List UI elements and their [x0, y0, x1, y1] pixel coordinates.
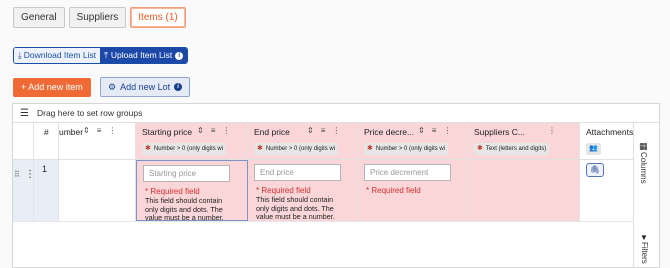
starting-price-cell[interactable]: Starting price * Required field This fie… [136, 160, 248, 222]
column-title: Price decre... [364, 127, 415, 137]
validation-icon: ✱ [145, 145, 151, 152]
column-menu-icon[interactable]: ⋮ [548, 126, 556, 135]
filter-icon[interactable]: ≡ [211, 126, 216, 135]
row-groups-icon: ☰ [20, 107, 29, 119]
add-new-lot-button[interactable]: ⚙ Add new Lot i [100, 77, 191, 97]
table-row: ⠿ ⋮ 1 Starting price * Required field Th… [13, 160, 635, 222]
download-item-list-button[interactable]: ⤓ Download Item List [14, 48, 101, 63]
tab-items[interactable]: Items (1) [130, 7, 186, 28]
download-icon: ⤓ [18, 50, 22, 60]
items-grid: ☰ Drag here to set row groups # umber ⇕ … [12, 103, 660, 268]
upload-label: Upload Item List [110, 50, 173, 60]
upload-icon: ⤒ [104, 50, 108, 60]
row-number: 1 [42, 164, 48, 174]
columns-icon: ▦ [639, 141, 648, 151]
filters-panel-toggle[interactable]: ▼ Filters [640, 233, 649, 266]
end-price-input[interactable]: End price [254, 164, 341, 181]
sort-icon[interactable]: ⇕ [83, 126, 90, 135]
validation-icon: ✱ [477, 145, 483, 152]
filters-label: Filters [640, 242, 649, 264]
number-cell[interactable] [59, 160, 136, 221]
paperclip-icon: 🖇 [589, 165, 601, 174]
sort-icon[interactable]: ⇕ [418, 126, 425, 135]
users-icon: 👥 [589, 145, 598, 152]
tab-suppliers[interactable]: Suppliers [68, 7, 127, 28]
info-icon[interactable]: i [174, 83, 183, 91]
row-handle-cell[interactable]: ⠿ ⋮ [13, 160, 35, 221]
add-new-item-button[interactable]: + Add new item [13, 78, 91, 97]
column-header-end-price[interactable]: End price ⇕ ≡ ⋮ ✱ Number > 0 (only digits… [248, 123, 358, 159]
row-group-hint: Drag here to set row groups [36, 108, 143, 118]
validation-chip: ✱ Number > 0 (only digits wi [142, 143, 227, 155]
starting-price-input[interactable]: Starting price [143, 165, 230, 182]
column-header-suppliers[interactable]: Suppliers C... ⋮ ✱ Text (letters and digi… [468, 123, 580, 159]
column-header-attachments[interactable]: Attachments 👥 [580, 123, 635, 159]
filter-icon[interactable]: ≡ [321, 126, 326, 135]
column-menu-icon[interactable]: ⋮ [222, 126, 230, 135]
tab-bar: General Suppliers Items (1) [13, 7, 186, 28]
upload-item-list-button[interactable]: ⤒ Upload Item List i [100, 48, 188, 63]
download-label: Download Item List [23, 50, 97, 60]
attachment-button[interactable]: 🖇 [586, 163, 604, 177]
columns-panel-toggle[interactable]: ▦ Columns [639, 141, 648, 186]
drag-handle-icon[interactable]: ⠿ [14, 170, 20, 179]
validation-message: This field should contain only digits an… [256, 195, 335, 221]
attachments-cell[interactable]: 🖇 [580, 160, 635, 221]
filter-icon[interactable]: ≡ [97, 126, 102, 135]
required-field-error: * Required field [145, 187, 200, 196]
validation-chip: ✱ Number > 0 (only digits wi [364, 143, 449, 155]
row-number-cell: 1 [34, 160, 59, 221]
column-menu-icon[interactable]: ⋮ [443, 126, 451, 135]
validation-chip: ✱ Text (letters and digits) [474, 143, 550, 155]
suppliers-cell[interactable] [468, 160, 580, 221]
column-header-number[interactable]: umber ⇕ ≡ ⋮ [59, 123, 136, 159]
filter-icon: ▼ [640, 233, 648, 242]
columns-label: Columns [639, 152, 648, 184]
price-decrement-input[interactable]: Price decrement [364, 164, 451, 181]
column-title: Suppliers C... [474, 127, 526, 137]
sort-icon[interactable]: ⇕ [307, 126, 314, 135]
header-row-number: # [34, 123, 59, 159]
column-title: umber [59, 127, 84, 137]
filter-icon[interactable]: ≡ [432, 126, 437, 135]
end-price-cell[interactable]: End price * Required field This field sh… [248, 160, 358, 221]
lot-icon: ⚙ [108, 82, 117, 92]
column-title: End price [254, 127, 290, 137]
tab-general[interactable]: General [13, 7, 65, 28]
validation-chip: ✱ Number > 0 (only digits wi [254, 143, 339, 155]
grid-header: # umber ⇕ ≡ ⋮ Starting price ⇕ ≡ ⋮ ✱ Numb… [13, 123, 635, 160]
validation-icon: ✱ [257, 145, 263, 152]
item-list-button-group: ⤓ Download Item List ⤒ Upload Item List … [13, 47, 189, 64]
info-icon[interactable]: i [175, 51, 184, 60]
required-field-error: * Required field [256, 186, 311, 195]
header-handle-cell [13, 123, 34, 159]
row-number-header: # [44, 127, 49, 137]
column-title: Starting price [142, 127, 193, 137]
attachment-type-chip: 👥 [586, 143, 601, 155]
column-header-price-decrement[interactable]: Price decre... ⇕ ≡ ⋮ ✱ Number > 0 (only d… [358, 123, 468, 159]
validation-message: This field should contain only digits an… [145, 196, 224, 222]
side-panel-strip: ▦ Columns ▼ Filters [633, 123, 659, 267]
row-group-drop-zone[interactable]: ☰ Drag here to set row groups [13, 104, 659, 123]
add-lot-label: Add new Lot [120, 82, 171, 92]
column-header-starting-price[interactable]: Starting price ⇕ ≡ ⋮ ✱ Number > 0 (only d… [136, 123, 248, 159]
price-decrement-cell[interactable]: Price decrement * Required field [358, 160, 468, 221]
validation-icon: ✱ [367, 145, 373, 152]
sort-icon[interactable]: ⇕ [197, 126, 204, 135]
column-menu-icon[interactable]: ⋮ [332, 126, 340, 135]
required-field-error: * Required field [366, 186, 421, 195]
column-title: Attachments [586, 127, 634, 137]
column-menu-icon[interactable]: ⋮ [108, 126, 116, 135]
